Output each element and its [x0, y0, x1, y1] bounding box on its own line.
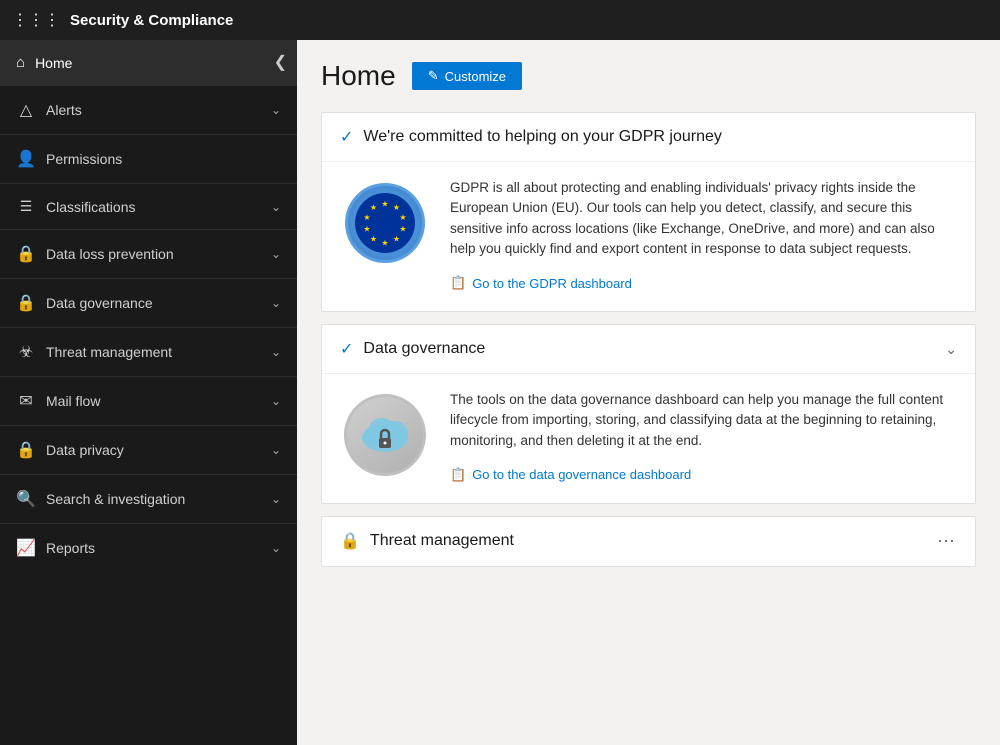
svg-text:★: ★ [370, 235, 377, 244]
privacy-icon: 🔒 [16, 440, 36, 460]
sidebar-item-data-governance-label: Data governance [46, 295, 153, 311]
cloud-lock-icon-wrap [340, 390, 430, 480]
chevron-down-icon: ⌄ [271, 200, 281, 214]
sidebar: ❮ ⌂ Home △ Alerts ⌄ 👤 Permissions ☰ Cla [0, 40, 297, 745]
gdpr-card-header[interactable]: ✓ We're committed to helping on your GDP… [322, 113, 975, 161]
grid-icon: ⋮⋮⋮ [12, 10, 60, 30]
svg-text:★: ★ [363, 225, 370, 234]
chevron-down-icon: ⌄ [945, 341, 957, 358]
eu-flag-icon: ★ ★ ★ ★ ★ ★ ★ ★ ★ ★ [345, 183, 425, 263]
chevron-down-icon: ⌄ [271, 345, 281, 359]
data-governance-card-header[interactable]: ✓ Data governance ⌄ [322, 325, 975, 373]
sidebar-item-data-loss-prevention[interactable]: 🔒 Data loss prevention ⌄ [0, 229, 297, 278]
sidebar-item-permissions-label: Permissions [46, 151, 122, 167]
svg-text:★: ★ [393, 235, 400, 244]
sidebar-item-search-investigation[interactable]: 🔍 Search & investigation ⌄ [0, 474, 297, 523]
chevron-down-icon: ⌄ [271, 492, 281, 506]
page-title: Home [321, 60, 396, 92]
check-icon: ✓ [340, 339, 353, 359]
chevron-down-icon: ⌄ [271, 296, 281, 310]
sidebar-item-mail-flow[interactable]: ✉ Mail flow ⌄ [0, 376, 297, 425]
sidebar-item-search-label: Search & investigation [46, 491, 185, 507]
cloud-lock-circle [344, 394, 426, 476]
dlp-icon: 🔒 [16, 244, 36, 264]
gdpr-body-text: GDPR is all about protecting and enablin… [450, 178, 957, 259]
link-icon: 📋 [450, 467, 466, 483]
sidebar-item-home-label: Home [35, 55, 72, 71]
customize-label: Customize [445, 69, 506, 84]
lock-icon: 🔒 [340, 531, 360, 551]
sidebar-item-reports-label: Reports [46, 540, 95, 556]
data-governance-card-title: Data governance [363, 340, 485, 358]
chevron-down-icon: ⌄ [271, 103, 281, 117]
data-governance-dashboard-link[interactable]: 📋 Go to the data governance dashboard [450, 467, 957, 483]
svg-text:★: ★ [381, 200, 388, 209]
sidebar-item-permissions[interactable]: 👤 Permissions [0, 134, 297, 183]
threat-management-card-title: Threat management [370, 532, 514, 550]
gdpr-card-body: ★ ★ ★ ★ ★ ★ ★ ★ ★ ★ [322, 161, 975, 311]
mail-icon: ✉ [16, 391, 36, 411]
customize-button[interactable]: ✎ Customize [412, 62, 522, 90]
sidebar-item-reports[interactable]: 📈 Reports ⌄ [0, 523, 297, 572]
svg-text:★: ★ [399, 225, 406, 234]
main-layout: ❮ ⌂ Home △ Alerts ⌄ 👤 Permissions ☰ Cla [0, 40, 1000, 745]
topbar: ⋮⋮⋮ Security & Compliance [0, 0, 1000, 40]
link-icon: 📋 [450, 275, 466, 291]
permissions-icon: 👤 [16, 149, 36, 169]
sidebar-item-classifications[interactable]: ☰ Classifications ⌄ [0, 183, 297, 229]
sidebar-item-classifications-label: Classifications [46, 199, 135, 215]
svg-text:★: ★ [381, 239, 388, 248]
page-header: Home ✎ Customize [321, 60, 976, 92]
sidebar-item-threat-label: Threat management [46, 344, 172, 360]
check-icon: ✓ [340, 127, 353, 147]
sidebar-item-privacy-label: Data privacy [46, 442, 124, 458]
sidebar-item-data-governance[interactable]: 🔒 Data governance ⌄ [0, 278, 297, 327]
svg-text:★: ★ [399, 213, 406, 222]
gdpr-dashboard-link[interactable]: 📋 Go to the GDPR dashboard [450, 275, 957, 291]
more-options-icon[interactable]: ⋯ [937, 531, 957, 552]
threat-icon: ☣ [16, 342, 36, 362]
eu-stars-svg: ★ ★ ★ ★ ★ ★ ★ ★ ★ ★ [358, 196, 412, 250]
classifications-icon: ☰ [16, 198, 36, 215]
reports-icon: 📈 [16, 538, 36, 558]
chevron-down-icon: ⌄ [271, 394, 281, 408]
content-area: Home ✎ Customize ✓ We're committed to he… [297, 40, 1000, 745]
data-governance-card-body: The tools on the data governance dashboa… [322, 373, 975, 503]
sidebar-item-home[interactable]: ⌂ Home [0, 40, 297, 85]
threat-management-card: 🔒 Threat management ⋯ [321, 516, 976, 567]
data-governance-icon: 🔒 [16, 293, 36, 313]
sidebar-item-dlp-label: Data loss prevention [46, 246, 174, 262]
sidebar-item-alerts[interactable]: △ Alerts ⌄ [0, 85, 297, 134]
gdpr-card: ✓ We're committed to helping on your GDP… [321, 112, 976, 312]
chevron-down-icon: ⌄ [271, 541, 281, 555]
sidebar-collapse-button[interactable]: ❮ [274, 52, 287, 72]
gdpr-icon-wrap: ★ ★ ★ ★ ★ ★ ★ ★ ★ ★ [340, 178, 430, 268]
chevron-down-icon: ⌄ [271, 443, 281, 457]
cloud-lock-svg [356, 410, 414, 460]
gdpr-card-title: We're committed to helping on your GDPR … [363, 128, 721, 146]
edit-icon: ✎ [428, 68, 439, 84]
app-title: Security & Compliance [70, 12, 233, 29]
search-icon: 🔍 [16, 489, 36, 509]
svg-text:★: ★ [370, 203, 377, 212]
svg-text:★: ★ [393, 203, 400, 212]
sidebar-item-alerts-label: Alerts [46, 102, 82, 118]
alert-icon: △ [16, 100, 36, 120]
sidebar-item-threat-management[interactable]: ☣ Threat management ⌄ [0, 327, 297, 376]
sidebar-item-data-privacy[interactable]: 🔒 Data privacy ⌄ [0, 425, 297, 474]
data-governance-card: ✓ Data governance ⌄ [321, 324, 976, 504]
home-icon: ⌂ [16, 54, 25, 71]
data-governance-body-text: The tools on the data governance dashboa… [450, 390, 957, 451]
chevron-down-icon: ⌄ [271, 247, 281, 261]
threat-management-card-header[interactable]: 🔒 Threat management ⋯ [322, 517, 975, 566]
sidebar-item-mail-label: Mail flow [46, 393, 100, 409]
svg-text:★: ★ [363, 213, 370, 222]
